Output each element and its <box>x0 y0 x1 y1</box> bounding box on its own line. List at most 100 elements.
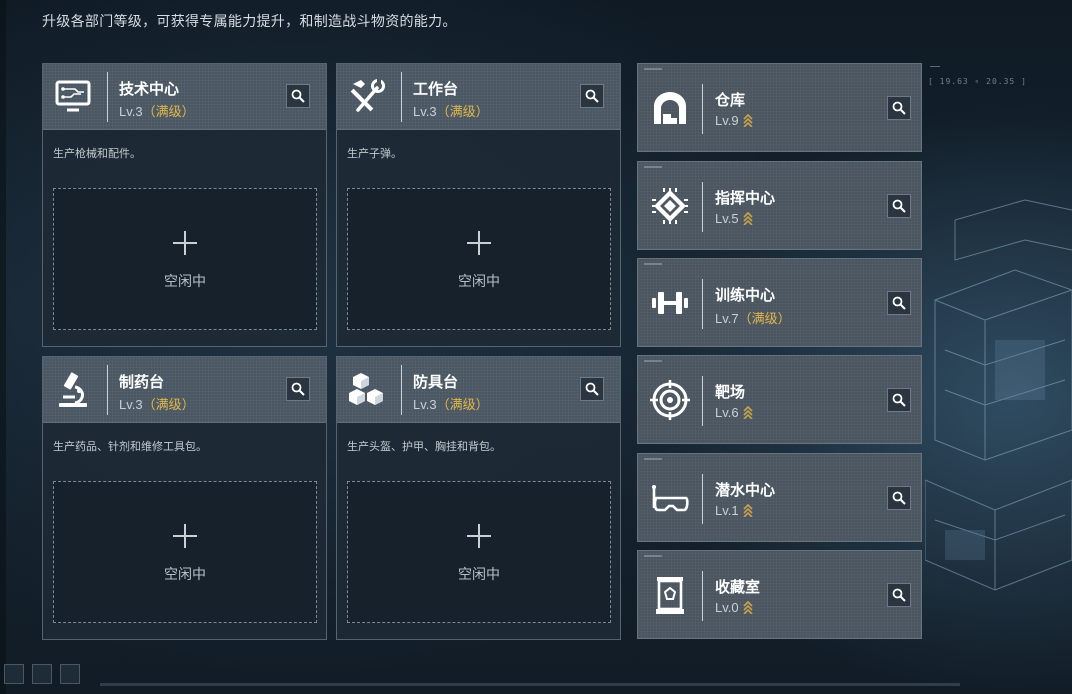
workbench-name: 工作台 <box>413 81 459 98</box>
inspect-button[interactable] <box>580 377 604 401</box>
microscope-icon <box>59 372 87 407</box>
workbench-card-armor[interactable]: 防具台 Lv.3（满级） 生产头盔、护甲、胸挂和背包。 空闲中 <box>336 356 621 640</box>
workbench-card-pharmacy[interactable]: 制药台 Lv.3（满级） 生产药品、针剂和维修工具包。 空闲中 <box>42 356 327 640</box>
workbench-name: 制药台 <box>119 374 165 391</box>
hammer-wrench-icon <box>350 79 385 112</box>
level-text: Lv.3 <box>413 104 437 119</box>
search-icon <box>585 89 599 103</box>
inspect-button[interactable] <box>887 96 911 120</box>
max-level-badge: （满级） <box>738 311 791 326</box>
search-icon <box>291 382 305 396</box>
level-line: Lv.6 <box>715 405 753 420</box>
level-line: Lv.3（满级） <box>119 394 195 413</box>
level-line: Lv.3（满级） <box>413 101 489 120</box>
card-divider <box>702 474 703 524</box>
facility-card-command-center[interactable]: 指挥中心 Lv.5 <box>637 161 922 250</box>
workbench-card-workbench[interactable]: 工作台 Lv.3（满级） 生产子弹。 空闲中 <box>336 63 621 347</box>
max-level-badge: （满级） <box>142 104 195 119</box>
corner-mark <box>644 68 662 70</box>
warehouse-icon <box>654 92 686 124</box>
card-header: 工作台 Lv.3（满级） <box>337 64 620 130</box>
coords-tick <box>930 66 940 67</box>
idle-label: 空闲中 <box>164 566 206 582</box>
display-case-icon <box>656 577 684 614</box>
level-text: Lv.5 <box>715 211 739 226</box>
facility-name: 训练中心 <box>715 287 776 304</box>
workbench-description: 生产枪械和配件。 <box>53 148 141 160</box>
upgrade-arrow-icon <box>743 601 753 614</box>
card-divider <box>702 571 703 621</box>
card-divider <box>702 279 703 329</box>
level-line: Lv.3（满级） <box>413 394 489 413</box>
workbench-name: 技术中心 <box>119 81 180 98</box>
card-header: 技术中心 Lv.3（满级） <box>43 64 326 130</box>
add-icon <box>467 524 491 548</box>
upgrade-arrow-icon <box>743 114 753 127</box>
inspect-button[interactable] <box>580 84 604 108</box>
max-level-badge: （满级） <box>436 104 489 119</box>
corner-mark <box>644 263 662 265</box>
facility-name: 仓库 <box>715 92 746 109</box>
search-icon <box>892 199 906 213</box>
facility-card-diving-center[interactable]: 潜水中心 Lv.1 <box>637 453 922 542</box>
level-line: Lv.9 <box>715 113 753 128</box>
search-icon <box>892 588 906 602</box>
upgrade-arrow-icon <box>743 504 753 517</box>
level-line: Lv.7（满级） <box>715 308 791 327</box>
production-slot[interactable]: 空闲中 <box>53 481 317 623</box>
search-icon <box>291 89 305 103</box>
facility-name: 潜水中心 <box>715 482 776 499</box>
facility-name: 指挥中心 <box>715 190 776 207</box>
search-icon <box>585 382 599 396</box>
workbench-card-tech-center[interactable]: 技术中心 Lv.3（满级） 生产枪械和配件。 空闲中 <box>42 63 327 347</box>
production-slot[interactable]: 空闲中 <box>53 188 317 330</box>
add-icon <box>173 524 197 548</box>
max-level-badge: （满级） <box>436 397 489 412</box>
level-text: Lv.3 <box>413 397 437 412</box>
facility-card-shooting-range[interactable]: 靶场 Lv.6 <box>637 355 922 444</box>
bottom-square-button[interactable] <box>32 664 52 684</box>
upgrade-arrow-icon <box>743 212 753 225</box>
corner-mark <box>644 166 662 168</box>
level-line: Lv.0 <box>715 600 753 615</box>
level-text: Lv.1 <box>715 503 739 518</box>
level-text: Lv.6 <box>715 405 739 420</box>
facility-card-training-center[interactable]: 训练中心 Lv.7（满级） <box>637 258 922 347</box>
card-divider <box>702 376 703 426</box>
inspect-button[interactable] <box>286 84 310 108</box>
inspect-button[interactable] <box>887 388 911 412</box>
bottom-square-button[interactable] <box>60 664 80 684</box>
facility-name: 靶场 <box>715 384 746 401</box>
level-text: Lv.3 <box>119 104 143 119</box>
inspect-button[interactable] <box>887 194 911 218</box>
cubes-icon <box>349 373 383 405</box>
command-chip-icon <box>652 188 688 224</box>
diving-mask-icon <box>652 485 689 512</box>
level-text: Lv.9 <box>715 113 739 128</box>
page-hint: 升级各部门等级，可获得专属能力提升，和制造战斗物资的能力。 <box>42 13 457 29</box>
corner-mark <box>644 360 662 362</box>
dumbbell-icon <box>652 292 688 314</box>
inspect-button[interactable] <box>887 486 911 510</box>
upgrade-arrow-icon <box>743 406 753 419</box>
level-text: Lv.3 <box>119 397 143 412</box>
inspect-button[interactable] <box>887 291 911 315</box>
corner-mark <box>644 458 662 460</box>
search-icon <box>892 296 906 310</box>
bottom-square-button[interactable] <box>4 664 24 684</box>
production-slot[interactable]: 空闲中 <box>347 188 611 330</box>
facility-name: 收藏室 <box>715 579 761 596</box>
card-header: 防具台 Lv.3（满级） <box>337 357 620 423</box>
search-icon <box>892 491 906 505</box>
workbench-description: 生产头盔、护甲、胸挂和背包。 <box>347 441 501 453</box>
header-divider <box>401 72 402 122</box>
inspect-button[interactable] <box>286 377 310 401</box>
left-edge <box>0 0 6 694</box>
level-line: Lv.5 <box>715 211 753 226</box>
level-line: Lv.3（满级） <box>119 101 195 120</box>
production-slot[interactable]: 空闲中 <box>347 481 611 623</box>
facility-card-warehouse[interactable]: 仓库 Lv.9 <box>637 63 922 152</box>
inspect-button[interactable] <box>887 583 911 607</box>
facility-card-collection-room[interactable]: 收藏室 Lv.0 <box>637 550 922 639</box>
monitor-circuit-icon <box>55 80 91 112</box>
